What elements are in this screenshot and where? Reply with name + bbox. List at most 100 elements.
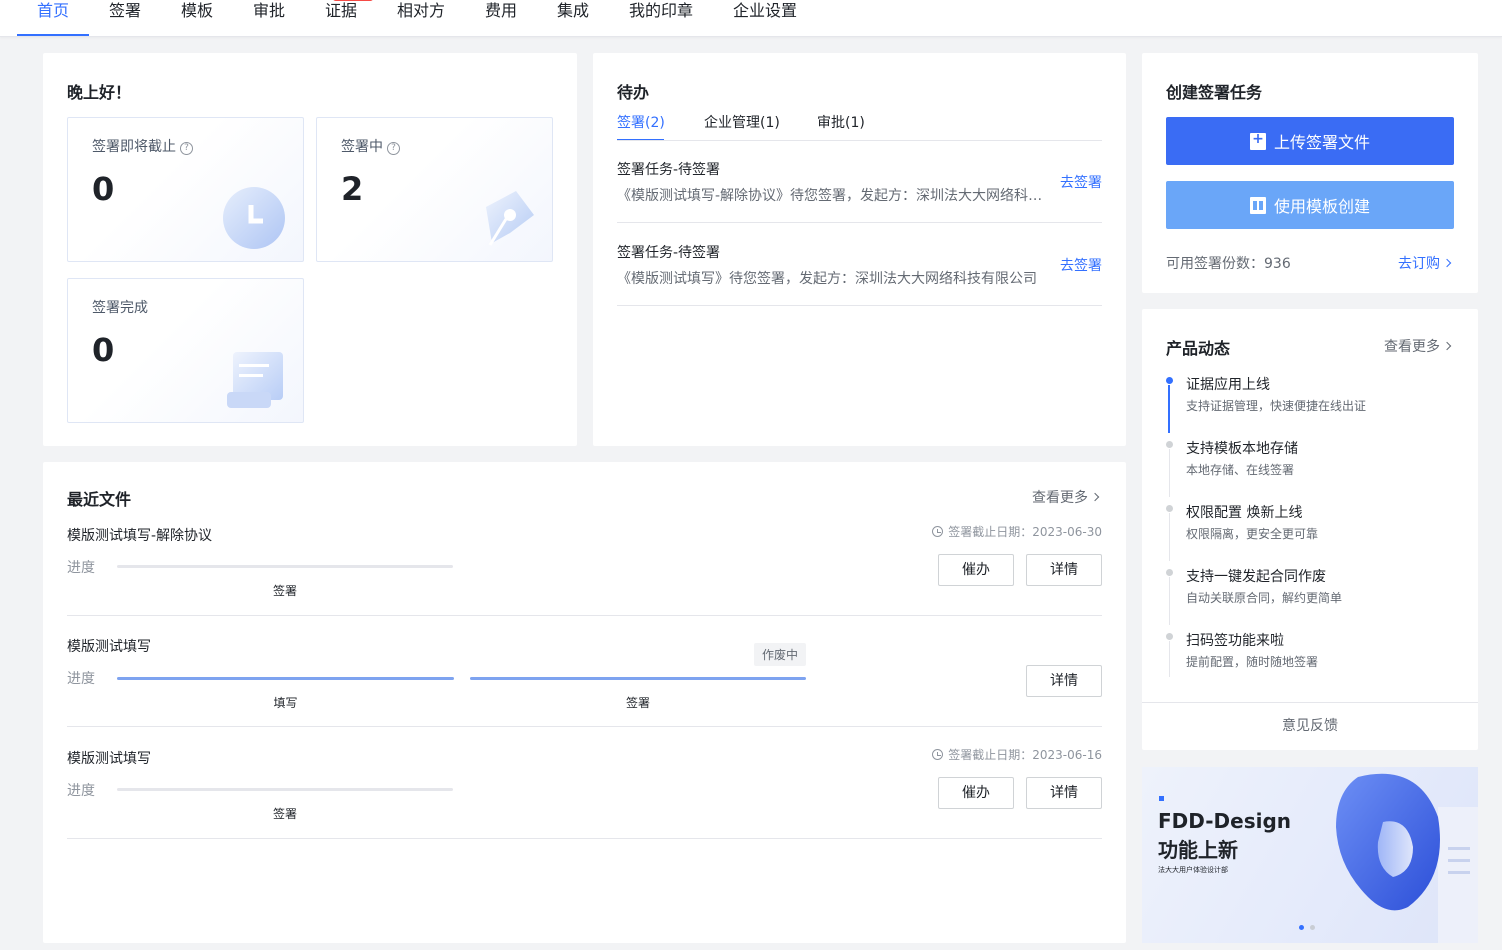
- banner-title: FDD-Design: [1158, 809, 1292, 833]
- logo-mark: [1159, 796, 1164, 801]
- product-updates-card: 产品动态 查看更多 证据应用上线 支持证据管理，快速便捷在线出证 支持模板本地存…: [1142, 309, 1478, 750]
- product-updates-title: 产品动态: [1166, 339, 1231, 358]
- file-name[interactable]: 模版测试填写: [67, 748, 151, 768]
- stat-label: 签署即将截止?: [92, 136, 193, 156]
- step-label: 签署: [272, 807, 297, 821]
- go-sign-link[interactable]: 去签署: [1060, 172, 1102, 192]
- deadline-text: 签署截止日期：2023-06-16: [932, 746, 1102, 763]
- file-name[interactable]: 模版测试填写-解除协议: [67, 525, 212, 545]
- timeline-line: [1169, 513, 1170, 561]
- upload-file-button[interactable]: 上传签署文件: [1166, 117, 1454, 165]
- progress-step-bar: [117, 565, 453, 568]
- progress-label: 进度: [67, 560, 95, 576]
- step-label: 签署: [625, 696, 650, 710]
- detail-button[interactable]: 详情: [1026, 554, 1102, 586]
- help-icon[interactable]: ?: [387, 142, 400, 155]
- update-title[interactable]: 证据应用上线: [1186, 374, 1270, 394]
- update-title[interactable]: 支持模板本地存储: [1186, 438, 1298, 458]
- promo-banner[interactable]: FDD-Design 功能上新 法大大用户体验设计部: [1142, 767, 1478, 943]
- chevron-right-icon: [1442, 341, 1452, 351]
- tab-sign[interactable]: 签署(2): [617, 112, 665, 132]
- stat-label: 签署完成: [92, 300, 148, 316]
- progress-label: 进度: [67, 671, 95, 687]
- progress-step-bar: [470, 677, 806, 680]
- create-from-template-label: 使用模板创建: [1273, 197, 1370, 216]
- create-from-template-button[interactable]: 使用模板创建: [1166, 181, 1454, 229]
- view-more-files-link[interactable]: 查看更多: [1032, 487, 1100, 507]
- subscribe-link[interactable]: 去订购: [1398, 253, 1452, 273]
- quota-text: 可用签署份数：936: [1166, 256, 1291, 272]
- tab-approval[interactable]: 审批(1): [817, 112, 865, 132]
- nav-enterprise-settings[interactable]: 企业设置: [733, 0, 797, 37]
- nav-counterparty[interactable]: 相对方: [397, 0, 445, 37]
- timeline-line: [1169, 577, 1170, 625]
- file-add-icon: [1249, 131, 1266, 150]
- feedback-button[interactable]: 意见反馈: [1142, 702, 1478, 750]
- nav-template[interactable]: 模板: [181, 0, 213, 37]
- detail-button[interactable]: 详情: [1026, 777, 1102, 809]
- todo-item-title: 签署任务-待签署: [617, 245, 721, 261]
- stat-expiring[interactable]: 签署即将截止? 0: [67, 117, 304, 262]
- go-sign-link[interactable]: 去签署: [1060, 255, 1102, 275]
- chevron-right-icon: [1090, 492, 1100, 502]
- nav-my-seals[interactable]: 我的印章: [629, 0, 693, 37]
- nav-fees[interactable]: 费用: [485, 0, 517, 37]
- divider: [67, 615, 1102, 616]
- todo-card: 待办 签署(2) 企业管理(1) 审批(1) 签署任务-待签署 《模版测试填写-…: [593, 53, 1126, 446]
- 3d-logo-illustration: [1336, 773, 1478, 943]
- step-label: 签署: [272, 584, 297, 598]
- update-title[interactable]: 支持一键发起合同作废: [1186, 566, 1326, 586]
- update-desc: 支持证据管理，快速便捷在线出证: [1186, 399, 1367, 413]
- update-title[interactable]: 权限配置 焕新上线: [1186, 502, 1302, 522]
- banner-caption: 法大大用户体验设计部: [1158, 866, 1228, 874]
- stat-value: 0: [92, 170, 115, 208]
- greeting-title: 晚上好！: [67, 83, 132, 102]
- todo-title: 待办: [617, 83, 650, 102]
- create-task-card: 创建签署任务 上传签署文件 使用模板创建 可用签署份数：936 去订购: [1142, 53, 1478, 293]
- timeline-line: [1169, 641, 1170, 677]
- progress-label: 进度: [67, 783, 95, 799]
- divider: [617, 305, 1102, 306]
- carousel-dot[interactable]: [1310, 925, 1315, 930]
- timeline-dot: [1166, 505, 1173, 512]
- stat-signing[interactable]: 签署中? 2: [316, 117, 553, 262]
- update-desc: 自动关联原合同，解约更简单: [1186, 591, 1343, 605]
- chevron-right-icon: [1442, 258, 1452, 268]
- quota-value: 936: [1264, 256, 1291, 272]
- upload-file-label: 上传签署文件: [1273, 133, 1370, 152]
- update-desc: 权限隔离，更安全更可靠: [1186, 527, 1319, 541]
- file-name[interactable]: 模版测试填写: [67, 636, 151, 656]
- carousel-dot-active[interactable]: [1299, 925, 1304, 930]
- nav-integration[interactable]: 集成: [557, 0, 589, 37]
- nav-evidence[interactable]: 证据: [325, 0, 357, 37]
- todo-item-desc: 《模版测试填写》待您签署，发起方：深圳法大大网络科技有限公司: [617, 271, 1037, 287]
- deadline-text: 签署截止日期：2023-06-30: [932, 523, 1102, 540]
- scroll-icon: [227, 352, 283, 408]
- tab-enterprise-management[interactable]: 企业管理(1): [704, 112, 780, 132]
- nav-active-indicator: [17, 34, 89, 36]
- stat-value: 2: [341, 170, 364, 208]
- help-icon[interactable]: ?: [180, 142, 193, 155]
- stat-completed[interactable]: 签署完成 0: [67, 278, 304, 423]
- stat-label: 签署中?: [341, 136, 400, 156]
- create-task-title: 创建签署任务: [1166, 83, 1263, 102]
- progress-step-bar: [117, 788, 453, 791]
- update-desc: 本地存储、在线签署: [1186, 463, 1295, 477]
- divider: [67, 726, 1102, 727]
- tab-divider: [617, 140, 1102, 141]
- timeline-line: [1168, 385, 1170, 433]
- detail-button[interactable]: 详情: [1026, 665, 1102, 697]
- banner-subtitle: 功能上新: [1158, 838, 1238, 862]
- template-icon: [1249, 196, 1266, 214]
- view-more-updates-link[interactable]: 查看更多: [1384, 336, 1452, 356]
- update-title[interactable]: 扫码签功能来啦: [1186, 630, 1284, 650]
- urge-button[interactable]: 催办: [938, 554, 1014, 586]
- nav-approval[interactable]: 审批: [253, 0, 285, 37]
- step-label: 填写: [273, 696, 298, 710]
- nav-sign[interactable]: 签署: [109, 0, 141, 37]
- status-badge: 作废中: [754, 643, 807, 666]
- urge-button[interactable]: 催办: [938, 777, 1014, 809]
- nav-home[interactable]: 首页: [37, 0, 69, 37]
- progress-step-bar: [117, 677, 454, 680]
- recent-files-card: 最近文件 查看更多 模版测试填写-解除协议 签署截止日期：2023-06-30 …: [43, 462, 1126, 943]
